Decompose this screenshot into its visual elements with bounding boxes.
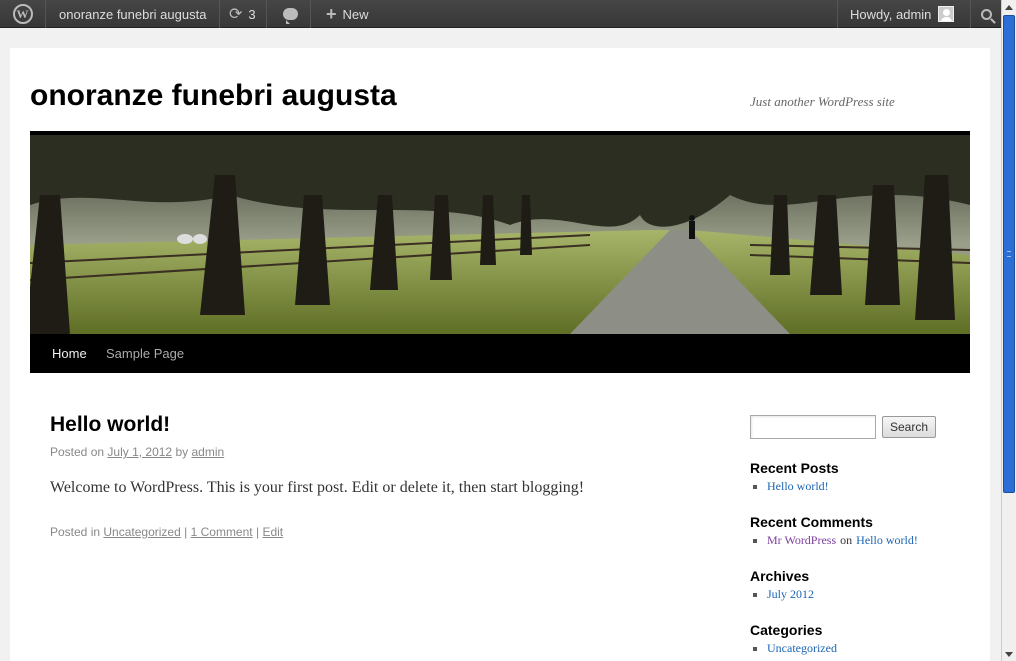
by-label: by bbox=[175, 445, 189, 459]
comment-bubble-icon bbox=[283, 8, 298, 24]
my-account-button[interactable]: Howdy, admin bbox=[837, 0, 971, 28]
post-meta: Posted on July 1, 2012 by admin bbox=[50, 445, 224, 459]
comments-button[interactable] bbox=[271, 0, 311, 28]
posted-in-label: Posted in bbox=[50, 525, 101, 539]
separator: | bbox=[184, 525, 188, 539]
wordpress-logo-icon: W bbox=[12, 4, 33, 24]
scroll-up-arrow-icon[interactable] bbox=[1002, 0, 1016, 14]
separator: | bbox=[255, 525, 260, 539]
list-item: July 2012 bbox=[750, 587, 814, 602]
scrollbar-thumb[interactable] bbox=[1003, 15, 1015, 493]
post-author-link[interactable]: admin bbox=[191, 445, 224, 459]
edit-link[interactable]: Edit bbox=[262, 525, 283, 539]
recent-comments-title: Recent Comments bbox=[750, 514, 873, 530]
header-image-graphic bbox=[30, 135, 970, 334]
vertical-scrollbar[interactable] bbox=[1001, 0, 1016, 661]
main-navigation: Home Sample Page bbox=[30, 334, 970, 373]
list-item: Uncategorized bbox=[750, 641, 837, 656]
recent-posts-title: Recent Posts bbox=[750, 460, 839, 476]
admin-bar: W onoranze funebri augusta ⟳ 3 + New How… bbox=[0, 0, 1001, 28]
site-description: Just another WordPress site bbox=[750, 94, 895, 109]
bullet-icon bbox=[753, 592, 757, 597]
post-date-link[interactable]: July 1, 2012 bbox=[107, 445, 172, 459]
menu-item-home[interactable]: Home bbox=[52, 334, 87, 373]
bullet-icon bbox=[753, 646, 757, 651]
post-content: Welcome to WordPress. This is your first… bbox=[50, 479, 585, 496]
bullet-icon bbox=[753, 484, 757, 489]
archives-title: Archives bbox=[750, 568, 810, 584]
archive-link[interactable]: July 2012 bbox=[767, 587, 814, 602]
grip-icon bbox=[1007, 251, 1011, 257]
on-label: on bbox=[840, 533, 853, 547]
updates-icon: ⟳ bbox=[229, 6, 243, 23]
search-input[interactable] bbox=[750, 415, 876, 439]
post-title[interactable]: Hello world! bbox=[50, 413, 170, 437]
category-link[interactable]: Uncategorized bbox=[767, 641, 837, 656]
category-link[interactable]: Uncategorized bbox=[103, 525, 180, 539]
wordpress-menu-button[interactable]: W bbox=[0, 0, 46, 28]
updates-count: 3 bbox=[248, 6, 256, 22]
comment-post-link[interactable]: Hello world! bbox=[856, 533, 918, 548]
avatar-icon bbox=[938, 6, 955, 22]
new-label: New bbox=[342, 6, 369, 22]
bullet-icon bbox=[753, 538, 757, 543]
posted-on-label: Posted on bbox=[50, 445, 105, 459]
list-item: Hello world! bbox=[750, 479, 829, 494]
updates-button[interactable]: ⟳ 3 bbox=[219, 0, 267, 28]
admin-bar-search-button[interactable] bbox=[971, 0, 1001, 28]
recent-post-link[interactable]: Hello world! bbox=[767, 479, 829, 494]
page-wrapper: onoranze funebri augusta Just another Wo… bbox=[10, 48, 990, 661]
search-icon bbox=[980, 8, 992, 20]
menu-item-sample-page[interactable]: Sample Page bbox=[106, 334, 184, 373]
site-name-label: onoranze funebri augusta bbox=[59, 6, 207, 22]
categories-title: Categories bbox=[750, 622, 823, 638]
comment-author-link[interactable]: Mr WordPress bbox=[767, 533, 836, 548]
plus-icon: + bbox=[326, 4, 337, 24]
post-footer: Posted in Uncategorized | 1 Comment | Ed… bbox=[50, 525, 283, 539]
search-button[interactable]: Search bbox=[882, 416, 936, 438]
header-image bbox=[30, 131, 970, 334]
list-item: Mr WordPress on Hello world! bbox=[750, 533, 918, 548]
comments-link[interactable]: 1 Comment bbox=[191, 525, 253, 539]
scroll-down-arrow-icon[interactable] bbox=[1002, 647, 1016, 661]
howdy-label: Howdy, admin bbox=[850, 6, 932, 22]
new-content-button[interactable]: + New bbox=[313, 0, 382, 28]
admin-bar-site-name[interactable]: onoranze funebri augusta bbox=[46, 0, 221, 28]
site-title[interactable]: onoranze funebri augusta bbox=[30, 79, 397, 113]
